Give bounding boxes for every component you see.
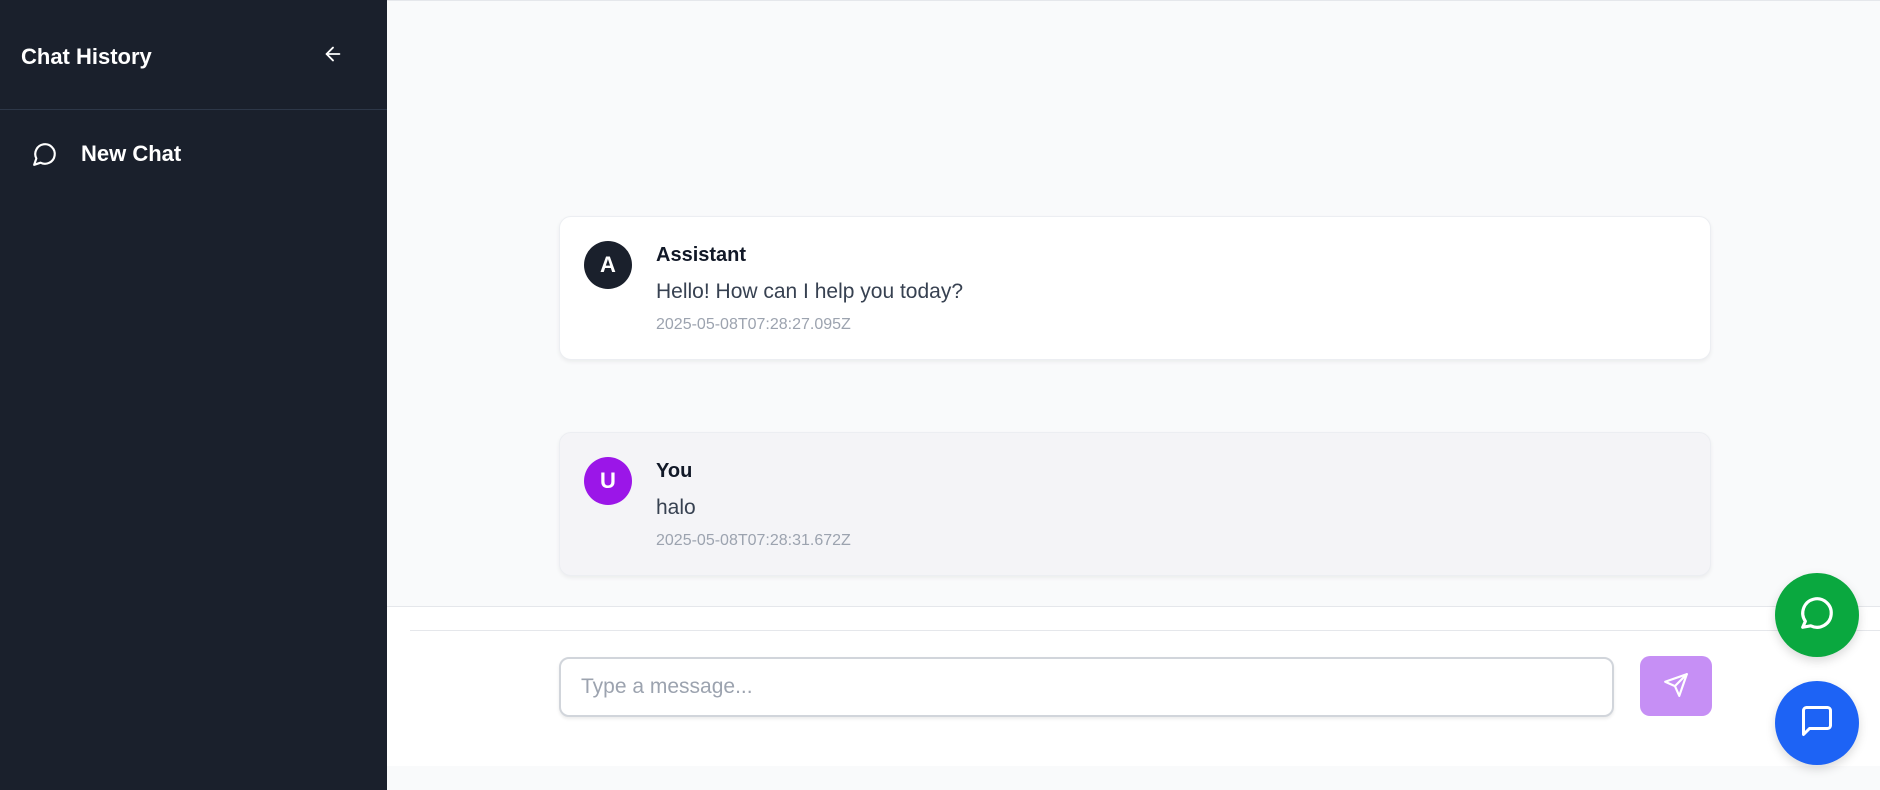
message-text: Hello! How can I help you today? <box>656 280 964 303</box>
open-chat-button[interactable] <box>1775 681 1859 765</box>
message-sender: You <box>656 460 693 482</box>
divider <box>387 0 1880 1</box>
app: Chat History New Chat A Assistant Hello!… <box>0 0 1880 790</box>
message-circle-icon <box>30 139 60 169</box>
sidebar-header: Chat History <box>0 0 387 110</box>
new-chat-button[interactable]: New Chat <box>20 134 360 174</box>
message-square-icon <box>1799 703 1835 744</box>
send-icon <box>1663 672 1689 701</box>
message-sender: Assistant <box>656 244 747 266</box>
chat-main: A Assistant Hello! How can I help you to… <box>387 0 1880 790</box>
composer-area <box>387 606 1880 766</box>
whatsapp-icon <box>1798 594 1836 637</box>
message-text: halo <box>656 496 696 519</box>
new-chat-label: New Chat <box>81 141 182 166</box>
send-button[interactable] <box>1640 656 1712 716</box>
divider <box>410 630 1880 631</box>
message-input[interactable] <box>559 657 1614 717</box>
whatsapp-button[interactable] <box>1775 573 1859 657</box>
message-timestamp: 2025-05-08T07:28:27.095Z <box>656 316 851 333</box>
sidebar: Chat History New Chat <box>0 0 387 790</box>
user-message: U You halo 2025-05-08T07:28:31.672Z <box>559 432 1711 576</box>
message-timestamp: 2025-05-08T07:28:31.672Z <box>656 532 851 549</box>
assistant-message: A Assistant Hello! How can I help you to… <box>559 216 1711 360</box>
arrow-left-icon <box>322 43 344 70</box>
collapse-sidebar-button[interactable] <box>318 42 348 70</box>
assistant-avatar: A <box>584 241 632 289</box>
user-avatar: U <box>584 457 632 505</box>
sidebar-title: Chat History <box>21 44 152 69</box>
